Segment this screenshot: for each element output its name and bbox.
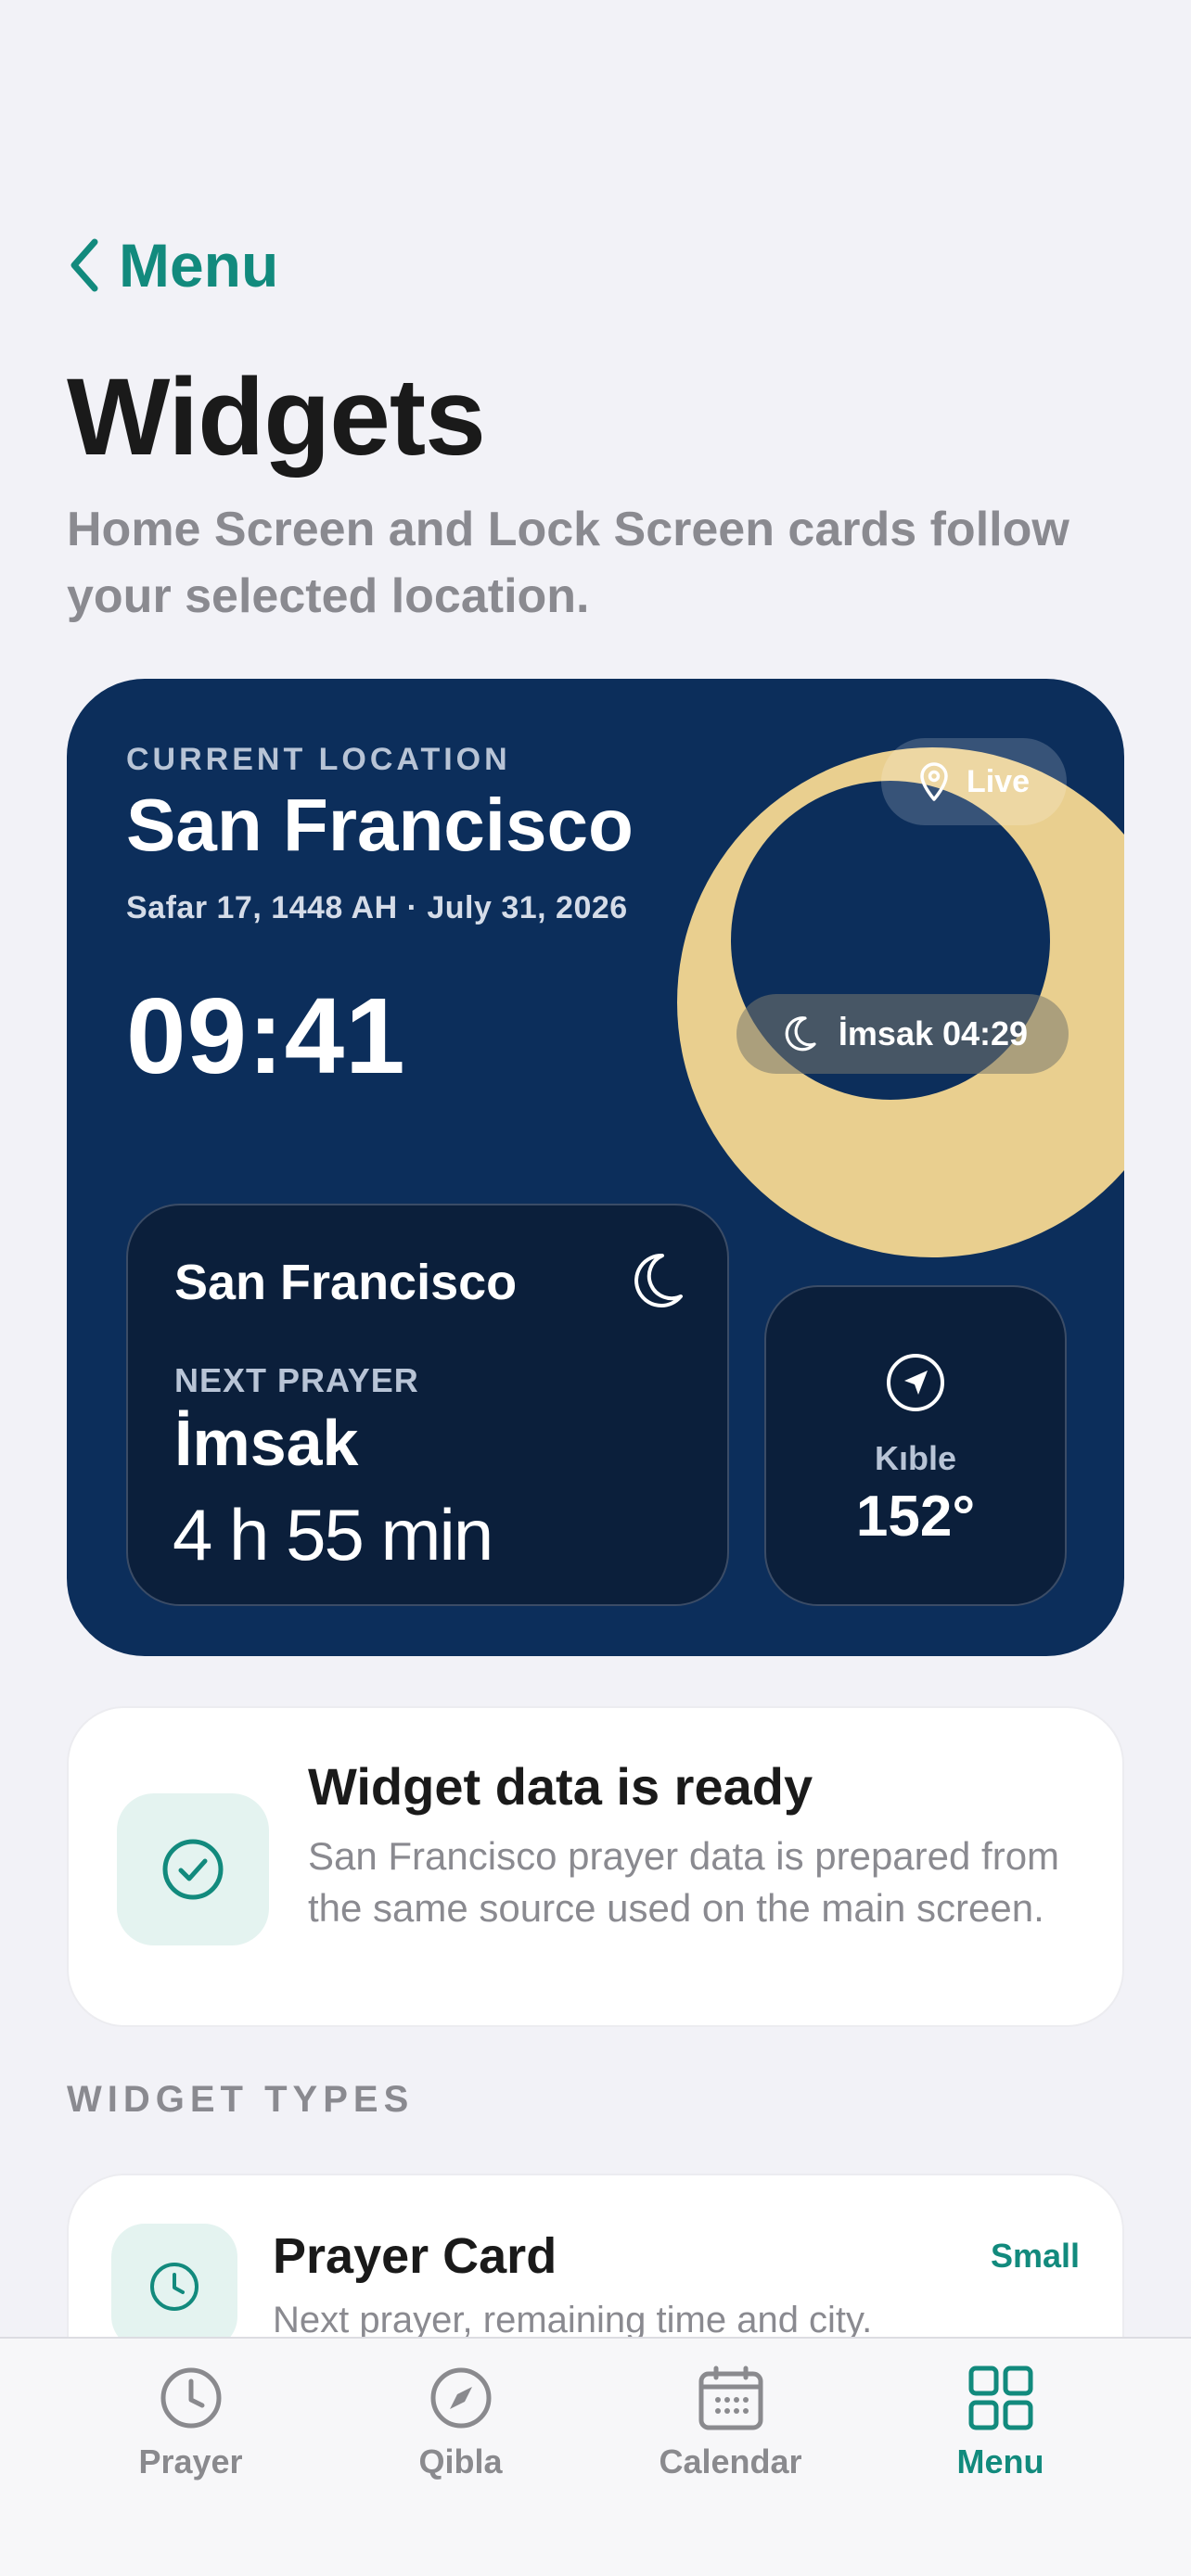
tab-bar: Prayer Qibla Calendar Menu <box>0 2337 1191 2576</box>
check-circle-icon <box>162 1839 224 1900</box>
widget-type-title: Prayer Card <box>273 2228 557 2284</box>
tab-label: Qibla <box>418 2442 503 2480</box>
next-prayer-city: San Francisco <box>174 1255 518 1310</box>
grid-icon <box>968 2366 1032 2430</box>
widget-type-description: Next prayer, remaining time and city. <box>273 2300 873 2340</box>
widgets-screen: Menu Widgets Home Screen and Lock Screen… <box>0 0 1191 2576</box>
hijri-gregorian-date: Safar 17, 1448 AH · July 31, 2026 <box>126 890 628 925</box>
tab-menu[interactable]: Menu <box>890 2363 1112 2576</box>
imsak-pill-label: İmsak 04:29 <box>838 1014 1029 1052</box>
ready-description: San Francisco prayer data is prepared fr… <box>308 1834 1060 1930</box>
time-remaining: 4 h 55 min <box>173 1494 493 1575</box>
tab-calendar[interactable]: Calendar <box>620 2363 842 2576</box>
clock-icon <box>160 2367 221 2429</box>
section-header: WIDGET TYPES <box>67 2079 415 2120</box>
live-badge: Live <box>881 738 1067 825</box>
clock-icon <box>150 2263 198 2311</box>
qibla-card: Kıble 152° <box>764 1285 1067 1606</box>
next-prayer-label: NEXT PRAYER <box>174 1361 419 1399</box>
next-prayer-card: San Francisco NEXT PRAYER İmsak 4 h 55 m… <box>126 1204 729 1606</box>
location-pin-icon <box>920 762 948 801</box>
tab-label: Calendar <box>659 2442 802 2480</box>
tab-label: Prayer <box>138 2442 243 2480</box>
compass-icon <box>430 2367 491 2429</box>
page-subtitle: Home Screen and Lock Screen cards follow… <box>67 503 1069 623</box>
location-label: CURRENT LOCATION <box>126 742 511 777</box>
live-label: Live <box>966 763 1031 799</box>
status-bar <box>0 0 1191 148</box>
tab-prayer[interactable]: Prayer <box>80 2363 302 2576</box>
navigation-arrow-icon <box>887 1354 944 1411</box>
widget-type-icon-box <box>111 2224 237 2350</box>
location-widget-preview: CURRENT LOCATION San Francisco Safar 17,… <box>67 679 1124 1656</box>
moon-icon <box>785 1016 816 1052</box>
imsak-time-pill: İmsak 04:29 <box>736 994 1069 1074</box>
widget-size-badge: Small <box>990 2237 1080 2275</box>
moon-icon <box>634 1253 683 1307</box>
page-title: Widgets <box>67 356 486 478</box>
check-badge <box>117 1793 269 1945</box>
calendar-icon <box>698 2366 762 2430</box>
chevron-left-icon <box>70 238 98 292</box>
widget-ready-card: Widget data is ready San Francisco praye… <box>67 1706 1124 2027</box>
tab-qibla[interactable]: Qibla <box>350 2363 572 2576</box>
qibla-label: Kıble <box>874 1439 956 1477</box>
qibla-degree: 152° <box>855 1485 976 1549</box>
ready-title: Widget data is ready <box>308 1757 813 1816</box>
next-prayer-name: İmsak <box>174 1407 359 1479</box>
back-button[interactable]: Menu <box>65 230 278 300</box>
back-label: Menu <box>119 231 279 300</box>
tab-label: Menu <box>956 2442 1044 2480</box>
current-time: 09:41 <box>126 976 406 1096</box>
location-city: San Francisco <box>126 784 634 866</box>
